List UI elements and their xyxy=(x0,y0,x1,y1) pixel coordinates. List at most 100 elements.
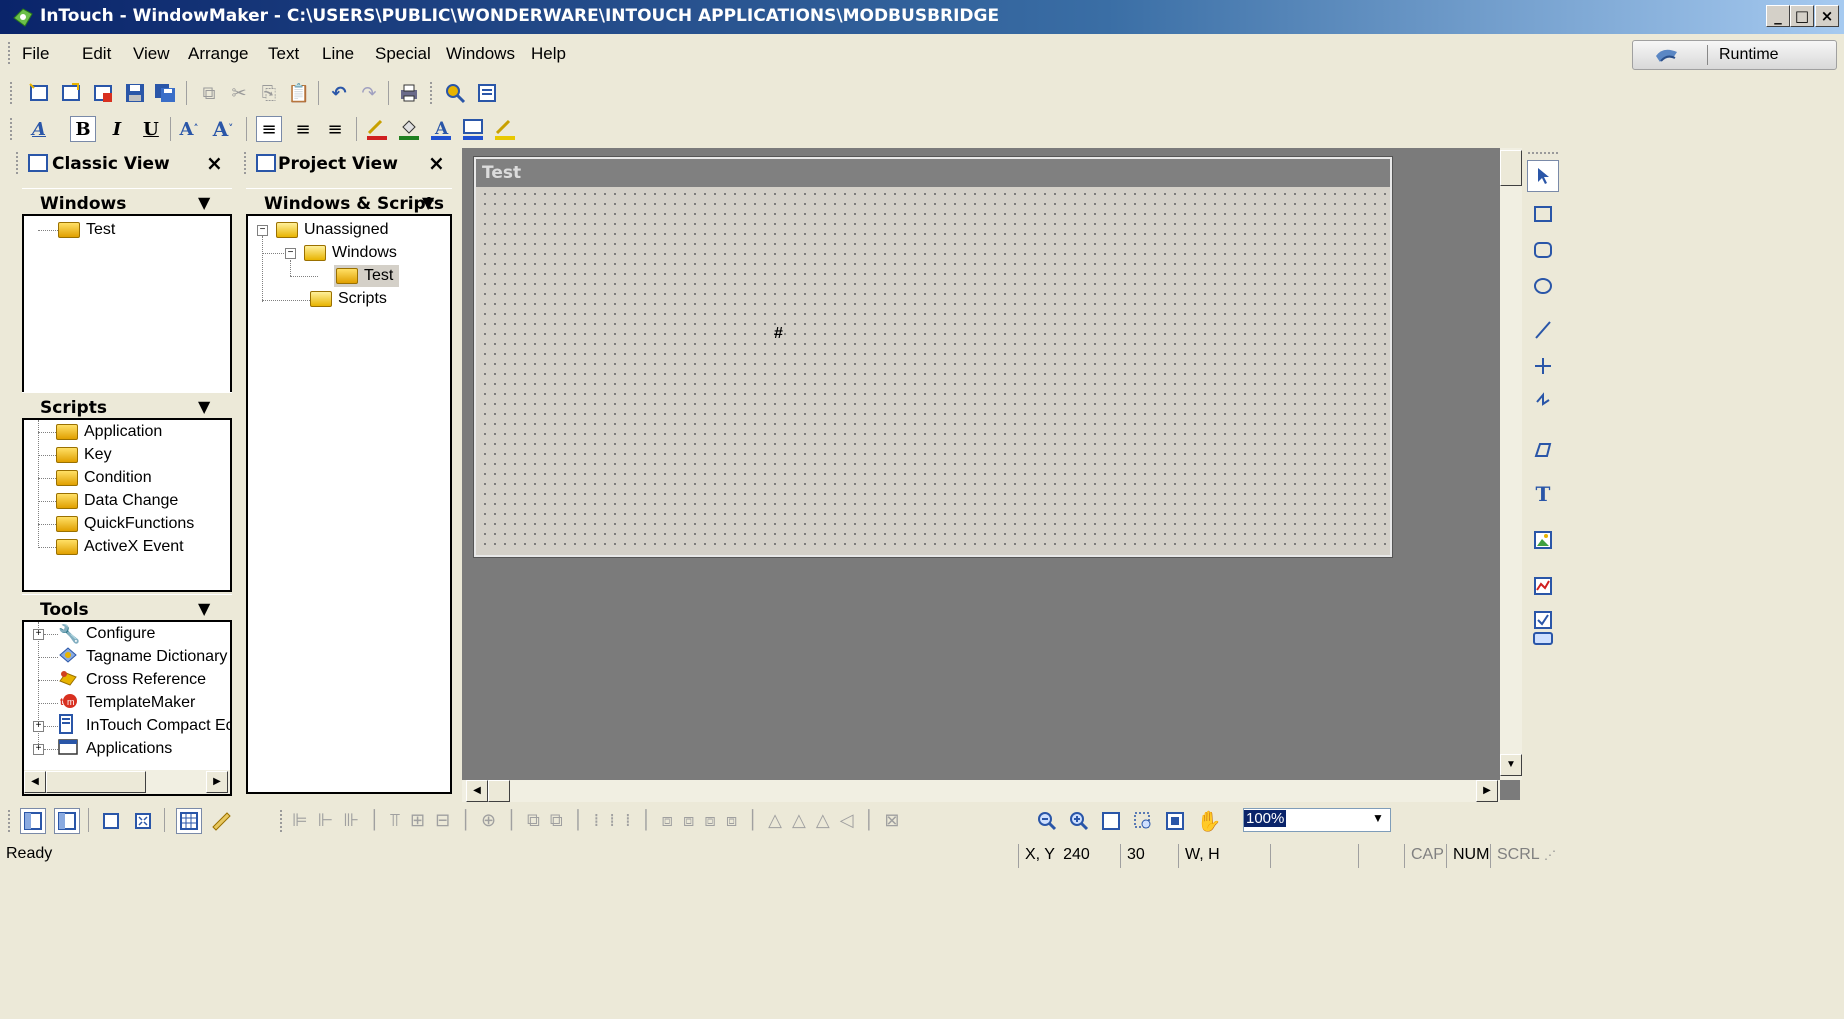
tree-item-test-selected[interactable]: Test xyxy=(334,265,400,287)
open-window-icon[interactable] xyxy=(58,80,84,106)
text-color-icon[interactable]: A xyxy=(428,116,454,142)
menu-arrange[interactable]: Arrange xyxy=(188,44,248,64)
increase-font-icon[interactable]: A ˄ xyxy=(176,116,202,142)
tree-item-scripts[interactable]: Scripts xyxy=(310,288,387,310)
menu-text[interactable]: Text xyxy=(268,44,299,64)
text-tool-icon[interactable]: T xyxy=(1527,478,1559,510)
undo-icon[interactable]: ↶ xyxy=(326,80,352,106)
tree-item-windows[interactable]: Windows xyxy=(304,242,397,264)
project-view-grip[interactable] xyxy=(244,152,248,174)
zoom-out-icon[interactable] xyxy=(1034,808,1060,834)
new-window-icon[interactable] xyxy=(26,80,52,106)
window-view-icon[interactable] xyxy=(98,808,124,834)
collapse-windows-icon[interactable]: − xyxy=(285,248,296,259)
tree-item-applications[interactable]: Applications xyxy=(58,738,172,760)
line-color-icon[interactable] xyxy=(364,116,390,142)
chevron-down-icon[interactable]: ▼ xyxy=(198,397,210,416)
print-icon[interactable] xyxy=(396,80,422,106)
italic-icon[interactable]: I xyxy=(104,116,130,142)
expand-applications-icon[interactable]: + xyxy=(33,744,44,755)
classic-view-grip[interactable] xyxy=(16,152,20,174)
classic-view-toggle-icon[interactable] xyxy=(20,808,46,834)
close-window-icon[interactable] xyxy=(90,80,116,106)
scroll-right-icon[interactable]: ▶ xyxy=(1476,780,1498,802)
redo-icon[interactable]: ↷ xyxy=(356,80,382,106)
bitmap-tool-icon[interactable] xyxy=(1527,524,1559,556)
chevron-down-icon[interactable]: ▼ xyxy=(1372,811,1384,825)
scroll-right-icon[interactable]: ▶ xyxy=(206,771,228,793)
ellipse-tool-icon[interactable] xyxy=(1527,270,1559,302)
rounded-rectangle-tool-icon[interactable] xyxy=(1527,234,1559,266)
vscroll-thumb[interactable] xyxy=(1500,150,1522,186)
menu-windows[interactable]: Windows xyxy=(446,44,515,64)
tree-item-templatemaker[interactable]: tm TemplateMaker xyxy=(58,692,195,714)
select-tool-icon[interactable] xyxy=(1527,160,1559,192)
full-screen-icon[interactable] xyxy=(474,80,500,106)
tree-item-condition[interactable]: Condition xyxy=(56,467,152,489)
tree-item-application[interactable]: Application xyxy=(56,421,162,443)
trend-tool-icon[interactable] xyxy=(1527,570,1559,602)
copy-icon[interactable]: ⎘ xyxy=(256,80,282,106)
hv-line-tool-icon[interactable] xyxy=(1527,350,1559,382)
zoom-normal-icon[interactable] xyxy=(1098,808,1124,834)
menu-line[interactable]: Line xyxy=(322,44,354,64)
line-tool-icon[interactable] xyxy=(1527,314,1559,346)
menu-edit[interactable]: Edit xyxy=(82,44,111,64)
project-view-toggle-icon[interactable] xyxy=(54,808,80,834)
scroll-left-icon[interactable]: ◀ xyxy=(24,771,46,793)
zoom-level-select[interactable]: 100% ▼ xyxy=(1243,808,1391,832)
zoom-selection-icon[interactable] xyxy=(1130,808,1156,834)
menu-view[interactable]: View xyxy=(133,44,170,64)
underline-icon[interactable]: U xyxy=(138,116,164,142)
toolbox-grip[interactable] xyxy=(1528,152,1558,154)
expand-compact-icon[interactable]: + xyxy=(33,721,44,732)
tree-item-activex-event[interactable]: ActiveX Event xyxy=(56,536,184,558)
save-all-icon[interactable] xyxy=(152,80,178,106)
pan-hand-icon[interactable]: ✋ xyxy=(1196,808,1222,834)
scroll-down-icon[interactable]: ▼ xyxy=(1500,754,1522,776)
button-tool-icon[interactable] xyxy=(1527,622,1559,654)
rectangle-tool-icon[interactable] xyxy=(1527,198,1559,230)
save-icon[interactable] xyxy=(122,80,148,106)
hscroll-thumb[interactable] xyxy=(488,780,510,802)
chevron-down-icon[interactable]: ▼ xyxy=(422,193,434,212)
align-left-icon[interactable]: ≡ xyxy=(256,116,282,142)
cut-icon[interactable]: ✂ xyxy=(226,80,252,106)
tree-item-test[interactable]: Test xyxy=(58,219,115,241)
project-tree[interactable]: − Unassigned − Windows Test Scripts xyxy=(246,214,452,794)
menu-grip[interactable] xyxy=(8,42,12,64)
tree-item-configure[interactable]: 🔧 Configure xyxy=(58,623,155,645)
zoom-window-icon[interactable] xyxy=(1162,808,1188,834)
classic-view-close-icon[interactable]: × xyxy=(206,151,223,175)
canvas-vertical-scrollbar[interactable]: ▼ xyxy=(1500,148,1522,780)
align-right-icon[interactable]: ≡ xyxy=(322,116,348,142)
align-center-icon[interactable]: ≡ xyxy=(290,116,316,142)
expand-configure-icon[interactable]: + xyxy=(33,629,44,640)
menu-file[interactable]: File xyxy=(22,44,49,64)
transparent-color-icon[interactable] xyxy=(492,116,518,142)
tree-item-cross-reference[interactable]: Cross Reference xyxy=(58,669,206,691)
runtime-button[interactable]: Runtime xyxy=(1632,40,1837,70)
menu-help[interactable]: Help xyxy=(531,44,566,64)
bold-icon[interactable]: B xyxy=(70,116,96,142)
tools-tree[interactable]: + 🔧 Configure Tagname Dictionary Cross R… xyxy=(22,620,232,796)
maximize-button[interactable]: □ xyxy=(1790,5,1814,27)
arrange-toolbar-grip[interactable] xyxy=(280,810,284,832)
chevron-down-icon[interactable]: ▼ xyxy=(198,193,210,212)
bottom-toolbar-grip[interactable] xyxy=(8,810,12,832)
duplicate-icon[interactable]: ⧉ xyxy=(196,80,222,106)
tools-horizontal-scrollbar[interactable]: ◀ ▶ xyxy=(24,770,230,794)
tree-item-unassigned[interactable]: Unassigned xyxy=(276,219,389,241)
format-toolbar-grip[interactable] xyxy=(10,118,14,140)
test-window-grid[interactable]: # xyxy=(480,189,1386,551)
zoom-in-icon[interactable] xyxy=(1066,808,1092,834)
window-color-icon[interactable] xyxy=(460,116,486,142)
menu-special[interactable]: Special xyxy=(375,44,431,64)
fit-view-icon[interactable] xyxy=(130,808,156,834)
tree-item-key[interactable]: Key xyxy=(56,444,112,466)
scroll-left-icon[interactable]: ◀ xyxy=(466,780,488,802)
test-window[interactable]: Test # xyxy=(474,157,1392,557)
minimize-button[interactable]: _ xyxy=(1766,5,1790,27)
polyline-tool-icon[interactable] xyxy=(1527,386,1559,418)
ruler-icon[interactable] xyxy=(208,808,234,834)
